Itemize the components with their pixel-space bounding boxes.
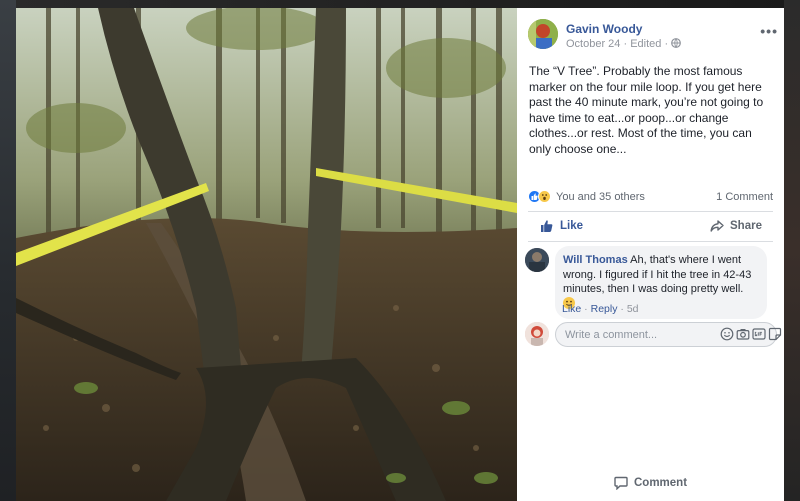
- more-icon[interactable]: •••: [760, 23, 778, 39]
- author-name[interactable]: Gavin Woody: [566, 22, 642, 36]
- comment-separator: ·: [617, 303, 627, 315]
- comment-composer: [525, 322, 782, 348]
- emoji-icon[interactable]: [720, 327, 734, 341]
- post-text: The “V Tree”. Probably the most famous m…: [529, 64, 764, 156]
- reactions-summary[interactable]: You and 35 others 1 Comment: [528, 190, 773, 206]
- post-meta: October 24 · Edited ·: [566, 38, 682, 50]
- comment-reply-link[interactable]: Reply: [591, 303, 618, 315]
- share-label: Share: [730, 220, 762, 232]
- globe-icon: [671, 38, 682, 49]
- divider: [528, 241, 773, 242]
- comment-button[interactable]: Comment: [614, 453, 800, 501]
- forest-trail-image: [16, 8, 517, 501]
- divider: [528, 211, 773, 212]
- comment-actions: Like · Reply · 5d: [562, 303, 639, 315]
- share-icon: [710, 220, 724, 232]
- like-icon: [541, 220, 553, 232]
- like-button[interactable]: Like: [540, 219, 583, 233]
- author-avatar[interactable]: [528, 19, 558, 49]
- wow-reaction-icon: [538, 190, 551, 203]
- comment-age[interactable]: 5d: [627, 303, 639, 315]
- comment-count[interactable]: 1 Comment: [716, 191, 773, 203]
- background-page-left: [0, 0, 16, 501]
- comment-item: Will Thomas Ah, that's where I went wron…: [525, 246, 775, 319]
- post-actions: Like Comment Share: [528, 215, 773, 490]
- comment-like-link[interactable]: Like: [562, 303, 581, 315]
- post-panel: Gavin Woody October 24 · Edited · ••• Th…: [517, 8, 784, 501]
- reactions-text[interactable]: You and 35 others: [556, 191, 645, 203]
- comment-separator: ·: [581, 303, 591, 315]
- post-photo[interactable]: [16, 8, 517, 501]
- share-button[interactable]: Share: [710, 219, 762, 233]
- my-avatar: [525, 322, 549, 346]
- composer-tools: [720, 327, 782, 343]
- camera-icon[interactable]: [736, 327, 750, 341]
- comment-icon: [614, 476, 628, 490]
- like-label: Like: [560, 220, 584, 232]
- commenter-avatar[interactable]: [525, 248, 549, 272]
- post-date[interactable]: October 24: [566, 38, 620, 50]
- post-header: Gavin Woody October 24 · Edited · •••: [528, 19, 778, 59]
- sticker-icon[interactable]: [768, 327, 782, 341]
- commenter-name[interactable]: Will Thomas: [563, 254, 628, 266]
- reaction-icons: [528, 190, 554, 204]
- meta-separator: ·: [623, 38, 628, 50]
- edited-label[interactable]: Edited: [630, 38, 661, 50]
- gif-icon[interactable]: [752, 327, 766, 341]
- comment-label: Comment: [634, 477, 688, 489]
- meta-separator: ·: [664, 38, 669, 50]
- background-page-right: [784, 0, 800, 501]
